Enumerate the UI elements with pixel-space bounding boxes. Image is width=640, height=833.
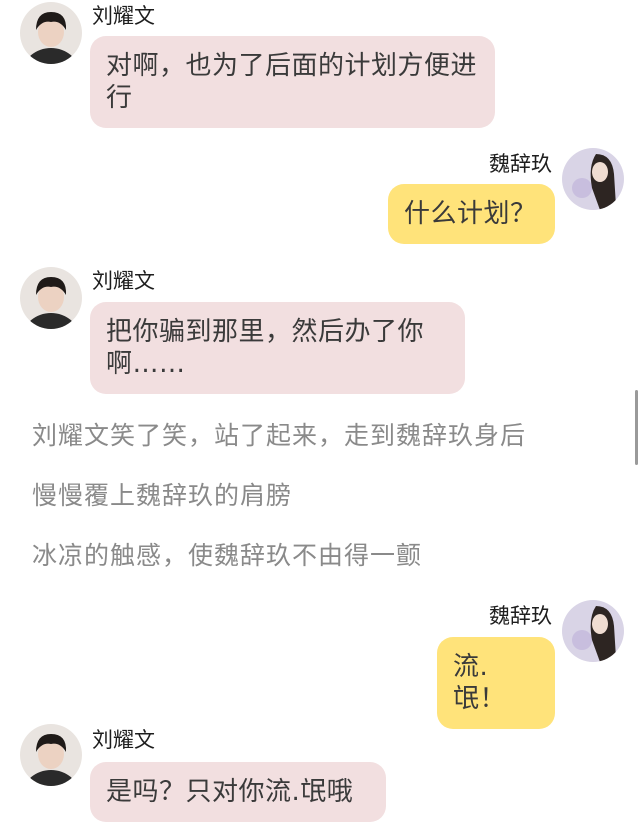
avatar-wei-cijiu[interactable] xyxy=(562,600,624,662)
avatar-liu-yaowen[interactable] xyxy=(20,267,82,329)
boy-avatar-icon xyxy=(20,2,82,64)
scrollbar[interactable] xyxy=(635,390,638,465)
message-bubble[interactable]: 什么计划？ xyxy=(388,184,555,244)
avatar-liu-yaowen[interactable] xyxy=(20,724,82,786)
sender-name: 刘耀文 xyxy=(92,728,155,752)
message-bubble[interactable]: 是吗？只对你流.氓哦 xyxy=(90,762,386,822)
girl-avatar-icon xyxy=(562,600,624,662)
avatar-liu-yaowen[interactable] xyxy=(20,2,82,64)
narration-line: 冰凉的触感，使魏辞玖不由得一颤 xyxy=(32,541,423,570)
avatar-wei-cijiu[interactable] xyxy=(562,148,624,210)
boy-avatar-icon xyxy=(20,267,82,329)
sender-name: 刘耀文 xyxy=(92,4,155,28)
message-bubble[interactable]: 对啊，也为了后面的计划方便进行 xyxy=(90,36,495,128)
message-bubble[interactable]: 把你骗到那里，然后办了你啊…… xyxy=(90,302,465,394)
boy-avatar-icon xyxy=(20,724,82,786)
girl-avatar-icon xyxy=(562,148,624,210)
narration-line: 慢慢覆上魏辞玖的肩膀 xyxy=(32,481,293,510)
sender-name: 魏辞玖 xyxy=(489,152,552,176)
sender-name: 刘耀文 xyxy=(92,269,155,293)
narration-line: 刘耀文笑了笑，站了起来，走到魏辞玖身后 xyxy=(32,421,527,450)
message-bubble[interactable]: 流.氓！ xyxy=(437,637,555,729)
sender-name: 魏辞玖 xyxy=(489,604,552,628)
